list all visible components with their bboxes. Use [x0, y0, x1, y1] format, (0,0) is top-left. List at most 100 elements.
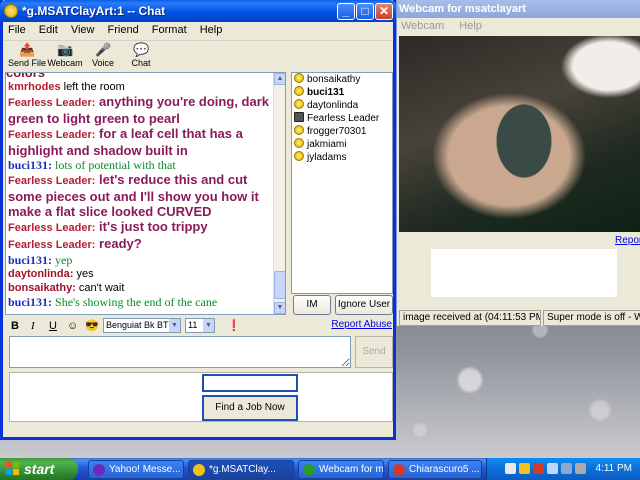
emoticon-icon[interactable]: ☺ — [67, 318, 78, 334]
taskbar-button[interactable]: *g.MSATClay... — [188, 460, 294, 479]
user-list-item[interactable]: frogger70301 — [292, 125, 392, 138]
report-abuse-link[interactable]: Report Abuse — [331, 319, 392, 330]
chat-message: Fearless Leader: it's just too trippy — [6, 219, 272, 236]
message-author: Fearless Leader: — [8, 239, 96, 251]
user-name: daytonlinda — [307, 100, 359, 111]
font-size-select[interactable]: 11 ▼ — [185, 318, 215, 333]
user-smiley-icon — [294, 73, 304, 83]
user-list-item[interactable]: jakmiami — [292, 138, 392, 151]
user-name: jakmiami — [307, 139, 347, 150]
ignore-user-button[interactable]: Ignore User — [335, 295, 393, 315]
webcam-menu-help[interactable]: Help — [459, 20, 482, 32]
message-text: yep — [52, 253, 73, 267]
user-name: jyladams — [307, 152, 347, 163]
messenger-smiley-icon — [4, 4, 18, 18]
scroll-down-arrow-icon[interactable]: ▼ — [274, 302, 285, 314]
taskbar-button-label: Chiarascuro5 ... — [409, 464, 480, 475]
webcam-icon: 📷 — [57, 42, 74, 57]
menu-format[interactable]: Format — [147, 22, 192, 39]
webcam-title[interactable]: Webcam for msatclayart — [397, 0, 640, 18]
windows-logo-icon — [6, 462, 19, 475]
user-list-item[interactable]: Fearless Leader — [292, 112, 392, 125]
user-list-item[interactable]: bonsaikathy — [292, 73, 392, 86]
message-author: Fearless Leader: — [8, 97, 96, 109]
menu-help[interactable]: Help — [195, 22, 228, 39]
chat-titlebar[interactable]: *g.MSATClayArt:1 -- Chat _ □ ✕ — [0, 0, 396, 22]
webcam-report-link[interactable]: Report — [615, 235, 640, 246]
close-button[interactable]: ✕ — [375, 3, 393, 20]
chat-message: buci131: yep — [6, 253, 272, 267]
scroll-up-arrow-icon[interactable]: ▲ — [274, 73, 285, 85]
tray-safely-remove-icon[interactable] — [575, 463, 586, 474]
underline-button[interactable]: U — [49, 318, 57, 334]
chat-message: kmrhodes left the room — [6, 80, 272, 94]
tray-volume-icon[interactable] — [561, 463, 572, 474]
chat-log[interactable]: colors kmrhodes left the room Fearless Le… — [5, 72, 286, 315]
taskbar-button[interactable]: Chiarascuro5 ... — [388, 460, 482, 479]
format-toolbar: B I U ☺ 😎 Benguiat Bk BT ▼ 11 ▼ ❗ Report… — [5, 318, 395, 334]
taskbar-button[interactable]: Webcam for m... — [298, 460, 384, 479]
webcam-menu-webcam[interactable]: Webcam — [401, 20, 444, 32]
taskbar-button-label: *g.MSATClay... — [209, 464, 276, 475]
message-author: buci131: — [8, 295, 53, 309]
message-author: bonsaikathy: — [8, 282, 76, 294]
chat-button[interactable]: 💬 Chat — [119, 43, 163, 69]
ad-area: Find a Job Now — [9, 372, 393, 422]
alert-icon[interactable]: ❗ — [227, 318, 241, 334]
message-author: Fearless Leader: — [8, 175, 96, 187]
menu-view[interactable]: View — [66, 22, 100, 39]
user-name: bonsaikathy — [307, 74, 361, 85]
minimize-button[interactable]: _ — [337, 3, 355, 20]
tray-network-icon[interactable] — [505, 463, 516, 474]
maximize-button[interactable]: □ — [356, 3, 374, 20]
tray-messenger-icon[interactable] — [519, 463, 530, 474]
message-text: can't wait — [75, 282, 125, 294]
chat-toolbar: 📤 Send File 📷 Webcam 🎤 Voice 💬 Chat — [3, 40, 393, 72]
user-smiley-icon — [294, 138, 304, 148]
chat-message: Fearless Leader: let's reduce this and c… — [6, 172, 272, 219]
taskbar-app-icon — [93, 464, 105, 476]
chat-label: Chat — [131, 58, 151, 68]
chevron-down-icon: ▼ — [203, 319, 214, 332]
menu-file[interactable]: File — [3, 22, 31, 39]
user-list-item[interactable]: buci131 — [292, 86, 392, 99]
chat-window-title: *g.MSATClayArt:1 -- Chat — [22, 4, 166, 18]
taskbar-button[interactable]: Yahoo! Messe... — [88, 460, 184, 479]
font-size-value: 11 — [188, 320, 198, 330]
user-list[interactable]: bonsaikathy buci131 daytonlinda Fearless Le… — [291, 72, 393, 294]
ad-banner-box — [202, 374, 298, 392]
webcam-ad-box — [431, 249, 617, 297]
user-list-item[interactable]: jyladams — [292, 151, 392, 164]
message-text: yes — [73, 268, 94, 280]
clock[interactable]: 4:11 PM — [596, 458, 633, 480]
menu-friend[interactable]: Friend — [103, 22, 144, 39]
im-button[interactable]: IM — [293, 295, 331, 315]
tray-display-icon[interactable] — [547, 463, 558, 474]
chat-message: Fearless Leader: for a leaf cell that ha… — [6, 126, 272, 158]
scroll-thumb[interactable] — [274, 271, 285, 299]
webcam-video-feed — [399, 36, 640, 232]
font-select[interactable]: Benguiat Bk BT ▼ — [103, 318, 181, 333]
find-job-button[interactable]: Find a Job Now — [202, 395, 298, 421]
user-smiley-icon — [294, 99, 304, 109]
message-author: buci131: — [8, 158, 53, 172]
audible-icon[interactable]: 😎 — [85, 318, 99, 334]
taskbar-app-icon — [303, 464, 315, 476]
bold-button[interactable]: B — [11, 318, 19, 334]
user-name: buci131 — [307, 87, 345, 98]
italic-button[interactable]: I — [31, 318, 35, 334]
menu-edit[interactable]: Edit — [34, 22, 63, 39]
user-list-item[interactable]: daytonlinda — [292, 99, 392, 112]
tray-antivirus-icon[interactable] — [533, 463, 544, 474]
start-button[interactable]: start — [0, 458, 78, 480]
chat-message: buci131: lots of potential with that — [6, 158, 272, 172]
voice-label: Voice — [91, 58, 115, 68]
send-button[interactable]: Send — [355, 336, 393, 368]
send-file-label: Send File — [7, 58, 47, 68]
message-input[interactable] — [9, 336, 351, 368]
message-author: kmrhodes — [8, 81, 61, 93]
chat-log-scrollbar[interactable]: ▲ ▼ — [273, 73, 285, 314]
user-smiley-icon — [294, 151, 304, 161]
chat-message: buci131: She's showing the end of the ca… — [6, 295, 272, 309]
webcam-window: Webcam for msatclayart Webcam Help Repor… — [396, 0, 640, 326]
